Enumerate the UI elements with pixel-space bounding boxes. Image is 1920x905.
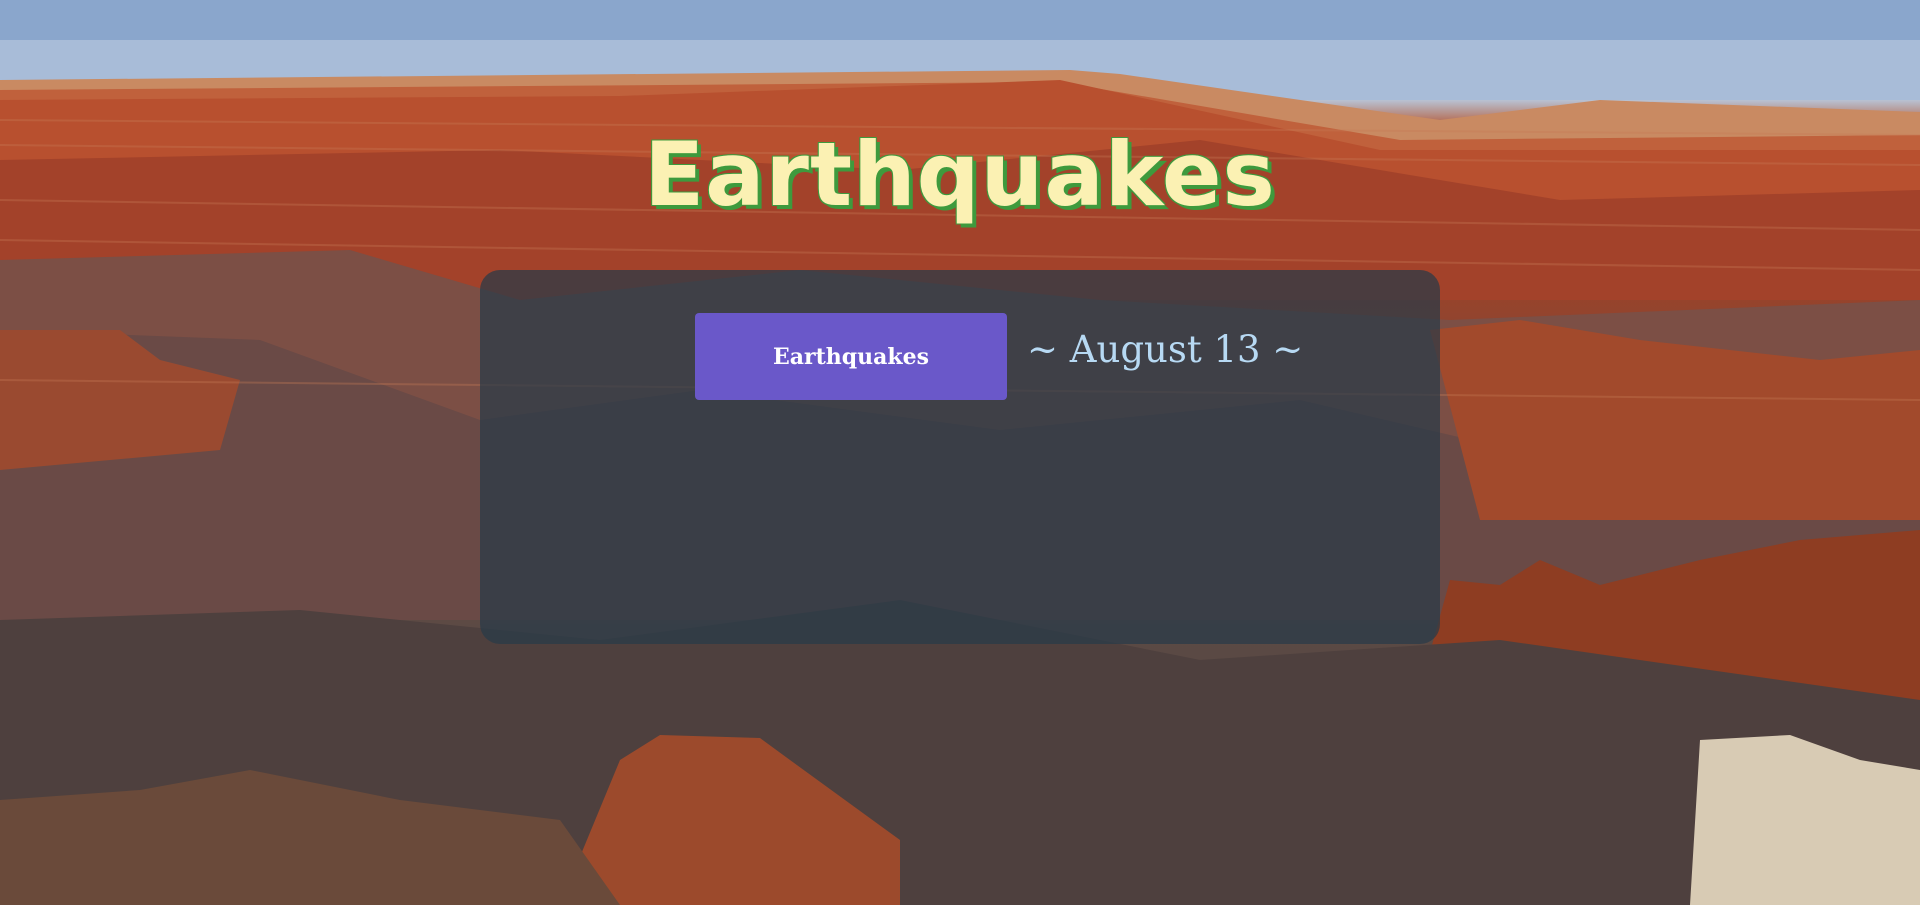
content-panel: Earthquakes ~ August 13 ~ <box>480 270 1440 644</box>
date-label: ~ August 13 ~ <box>1027 328 1304 371</box>
page-title: Earthquakes <box>644 122 1276 226</box>
earthquakes-button[interactable]: Earthquakes <box>695 313 1007 400</box>
